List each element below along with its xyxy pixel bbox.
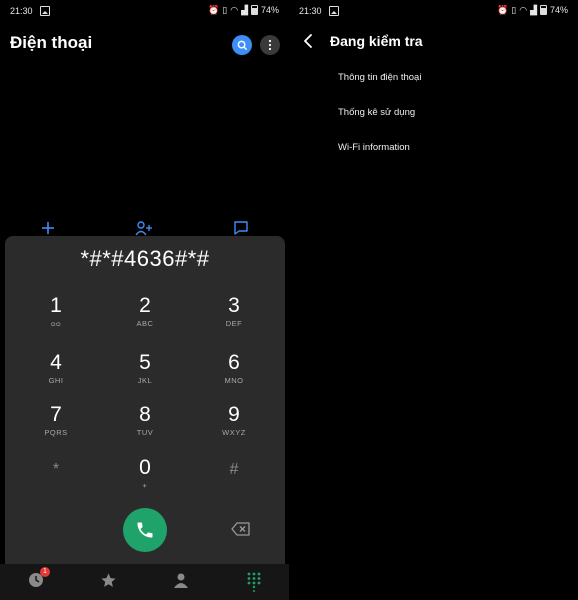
key-9[interactable]: 9 WXYZ [199, 403, 269, 449]
wifi-icon: ◠ [519, 5, 528, 15]
alarm-icon: ⏰ [208, 5, 220, 15]
message-icon [234, 221, 248, 235]
image-notification-icon [329, 6, 339, 16]
search-icon [237, 40, 247, 50]
add-to-contact-button[interactable] [134, 218, 154, 238]
send-message-button[interactable] [231, 218, 251, 238]
battery-icon [539, 5, 547, 15]
key-digit: 7 [50, 403, 62, 426]
vibrate-icon: ▯ [222, 5, 228, 15]
status-time: 21:30 [10, 6, 33, 16]
phone-app-screen: 21:30 ⏰ ▯ ◠ ▟ 74% Điện thoại *#*#4636#*#… [0, 0, 289, 600]
signal-icon: ▟ [530, 5, 537, 15]
voicemail-icon: ᴑᴑ [50, 319, 62, 328]
backspace-button[interactable] [231, 522, 251, 536]
key-digit: 3 [228, 294, 240, 317]
key-8[interactable]: 8 TUV [110, 403, 180, 449]
key-3[interactable]: 3 DEF [199, 294, 269, 340]
battery-percent: 74% [549, 5, 568, 15]
menu-item-phone-info[interactable]: Thông tin điện thoại [338, 72, 421, 83]
key-digit: 6 [228, 351, 240, 374]
more-vert-icon [268, 39, 272, 51]
signal-icon: ▟ [241, 5, 248, 15]
status-bar: 21:30 ⏰ ▯ ◠ ▟ 74% [289, 0, 578, 22]
plus-icon [42, 222, 54, 234]
dialpad: *#*#4636#*# 1 ᴑᴑ 2 ABC 3 DEF 4 GHI 5 JKL… [5, 236, 285, 564]
nav-favorites[interactable] [98, 570, 118, 590]
call-button[interactable] [123, 508, 167, 552]
back-arrow-icon [304, 34, 312, 48]
key-digit: 2 [139, 294, 151, 317]
key-letters: JKL [137, 376, 153, 385]
backspace-icon [231, 522, 250, 536]
person-icon [174, 573, 188, 588]
page-title: Điện thoại [10, 33, 93, 52]
add-person-icon [135, 221, 152, 236]
menu-item-wifi-info[interactable]: Wi-Fi information [338, 142, 410, 153]
key-digit: 5 [139, 351, 151, 374]
key-digit: # [229, 461, 239, 478]
key-letters: MNO [224, 376, 244, 385]
status-time: 21:30 [299, 6, 322, 16]
key-2[interactable]: 2 ABC [110, 294, 180, 340]
key-4[interactable]: 4 GHI [21, 351, 91, 397]
key-digit: 9 [228, 403, 240, 426]
vibrate-icon: ▯ [511, 5, 517, 15]
key-7[interactable]: 7 PQRS [21, 403, 91, 449]
key-letters: WXYZ [222, 428, 246, 437]
testing-menu-screen: 21:30 ⏰ ▯ ◠ ▟ 74% Đang kiểm tra Thông ti… [289, 0, 578, 600]
key-5[interactable]: 5 JKL [110, 351, 180, 397]
key-1[interactable]: 1 ᴑᴑ [21, 294, 91, 340]
key-digit: 0 [139, 456, 151, 479]
key-star[interactable]: * [21, 458, 91, 504]
key-hash[interactable]: # [199, 458, 269, 504]
key-letters: PQRS [44, 428, 68, 437]
key-digit: 4 [50, 351, 62, 374]
key-letters: GHI [48, 376, 64, 385]
alarm-icon: ⏰ [497, 5, 509, 15]
battery-percent: 74% [260, 5, 279, 15]
menu-item-usage-stats[interactable]: Thống kê sử dụng [338, 107, 415, 118]
wifi-icon: ◠ [230, 5, 239, 15]
more-options-button[interactable] [260, 35, 280, 55]
active-tab-indicator [253, 590, 255, 592]
create-contact-button[interactable] [38, 218, 58, 238]
bottom-navigation: 1 [0, 564, 289, 600]
nav-contacts[interactable] [171, 570, 191, 590]
status-bar: 21:30 ⏰ ▯ ◠ ▟ 74% [0, 0, 289, 22]
key-digit: 1 [50, 294, 62, 317]
key-6[interactable]: 6 MNO [199, 351, 269, 397]
dialpad-icon [247, 572, 261, 588]
page-title: Đang kiểm tra [330, 33, 423, 49]
key-letters: DEF [225, 319, 243, 328]
key-letters: TUV [136, 428, 154, 437]
back-button[interactable] [301, 33, 317, 49]
phone-icon [137, 522, 153, 538]
key-letters: ABC [136, 319, 154, 328]
search-button[interactable] [232, 35, 252, 55]
battery-icon [250, 5, 258, 15]
key-letters: + [142, 481, 148, 490]
star-icon [100, 572, 116, 587]
nav-keypad[interactable] [244, 570, 264, 590]
recents-badge: 1 [40, 567, 50, 577]
dialed-number-field[interactable]: *#*#4636#*# [5, 246, 285, 272]
key-digit: 8 [139, 403, 151, 426]
image-notification-icon [40, 6, 50, 16]
key-0[interactable]: 0 + [110, 456, 180, 502]
key-digit: * [52, 461, 60, 478]
